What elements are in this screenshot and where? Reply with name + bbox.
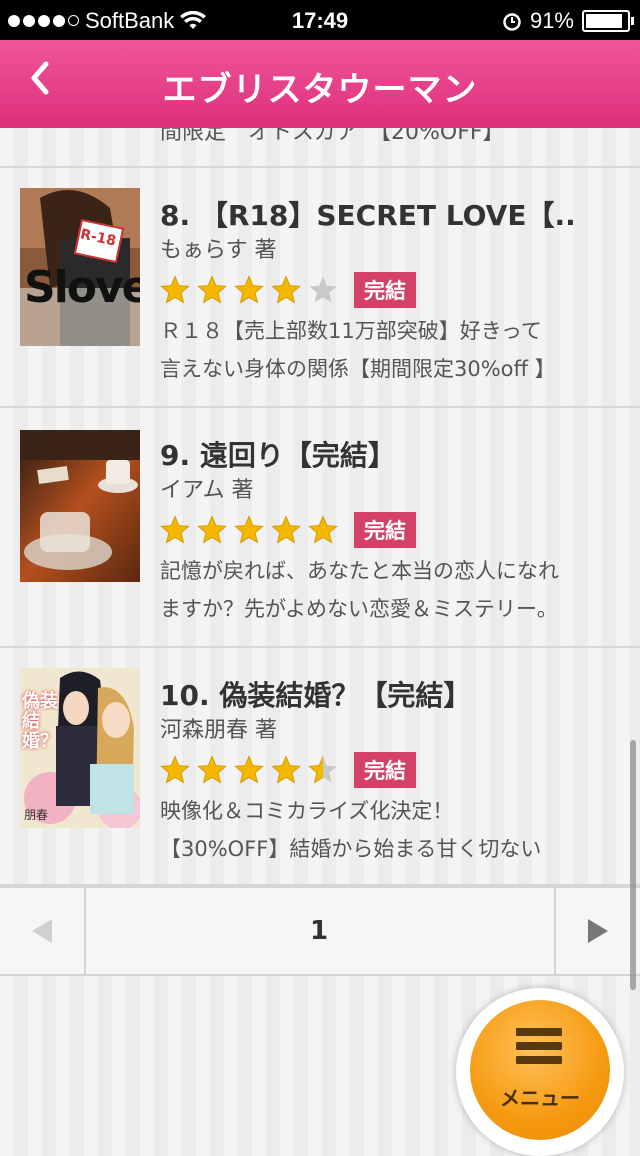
star-filled-icon — [271, 515, 301, 544]
completed-badge: 完結 — [354, 752, 416, 788]
item-description: 映像化＆コミカライズ化決定！ 【30%OFF】結婚から始まる甘く切ない — [160, 792, 620, 868]
page-title: エブリスタウーマン — [162, 70, 478, 110]
nav-bar: エブリスタウーマン — [0, 40, 640, 128]
list-item[interactable]: R-18 Slove 8. 【R18】SECRET LOVE【.. もぁらす 著… — [0, 168, 640, 408]
item-rating: 完結 — [160, 512, 416, 548]
star-filled-icon — [271, 755, 301, 784]
description-line: ますか？先がよめない恋愛＆ミステリー。 — [160, 597, 558, 621]
menu-button-label: メニュー — [500, 1086, 580, 1110]
description-line: 映像化＆コミカライズ化決定！ — [160, 799, 454, 823]
book-cover[interactable]: R-18 Slove — [20, 188, 140, 346]
star-rating — [160, 275, 338, 305]
description-line: Ｒ１８【売上部数11万部突破】好きって — [160, 319, 542, 343]
star-filled-icon — [160, 515, 190, 544]
battery-icon — [582, 10, 634, 32]
item-author: もぁらす 著 — [160, 238, 277, 263]
item-rating: 完結 — [160, 272, 416, 308]
description-line: 言えない身体の関係【期間限定30%off 】 — [160, 357, 556, 381]
hamburger-icon — [516, 1028, 562, 1070]
status-bar: SoftBank 17:49 91% — [0, 0, 640, 40]
star-filled-icon — [197, 275, 227, 304]
star-filled-icon — [197, 515, 227, 544]
prev-page-button[interactable] — [0, 888, 86, 974]
completed-badge: 完結 — [354, 512, 416, 548]
book-cover[interactable]: 偽装結婚？ 朋春 — [20, 668, 140, 828]
battery-percent: 91% — [529, 8, 574, 33]
book-cover[interactable] — [20, 430, 140, 582]
description-line: 記憶が戻れば、あなたと本当の恋人になれ — [160, 559, 559, 583]
star-filled-icon — [234, 275, 264, 304]
cover-title-text: Slove — [24, 262, 140, 313]
star-half-icon — [308, 755, 337, 784]
triangle-right-icon — [588, 919, 608, 943]
star-filled-icon — [160, 755, 190, 784]
current-page-number[interactable]: 1 — [86, 888, 552, 974]
cover-title-text: 偽装結婚？ — [22, 691, 58, 752]
item-author: 河森朋春 著 — [160, 718, 277, 743]
item-description-partial: 間限定 オトスガア 【20%OFF】 — [160, 128, 505, 145]
item-title[interactable]: 8. 【R18】SECRET LOVE【.. — [160, 194, 620, 234]
completed-badge: 完結 — [354, 272, 416, 308]
star-filled-icon — [234, 755, 264, 784]
item-description: Ｒ１８【売上部数11万部突破】好きって 言えない身体の関係【期間限定30%off… — [160, 312, 620, 388]
list-item[interactable]: 偽装結婚？ 朋春 10. 偽装結婚？【完結】 河森朋春 著 完結 映像化＆コミカ… — [0, 648, 640, 886]
menu-button[interactable]: メニュー — [470, 1000, 610, 1140]
star-filled-icon — [271, 275, 301, 304]
list-item-partial[interactable]: 間限定 オトスガア 【20%OFF】 — [0, 128, 640, 168]
cover-author-text: 朋春 — [24, 808, 49, 822]
item-author: イアム 著 — [160, 478, 254, 503]
description-line: 【30%OFF】結婚から始まる甘く切ない — [160, 837, 542, 861]
item-title[interactable]: 10. 偽装結婚？【完結】 — [160, 674, 620, 714]
alarm-icon — [503, 13, 521, 31]
next-page-button[interactable] — [554, 888, 640, 974]
item-title[interactable]: 9. 遠回り【完結】 — [160, 434, 620, 474]
star-filled-icon — [160, 275, 190, 304]
item-description: 記憶が戻れば、あなたと本当の恋人になれ ますか？先がよめない恋愛＆ミステリー。 — [160, 552, 620, 628]
pagination: 1 — [0, 886, 640, 976]
item-rating: 完結 — [160, 752, 416, 788]
star-rating — [160, 755, 338, 785]
star-filled-icon — [197, 755, 227, 784]
triangle-left-icon — [32, 919, 52, 943]
list-item[interactable]: 9. 遠回り【完結】 イアム 著 完結 記憶が戻れば、あなたと本当の恋人になれ … — [0, 408, 640, 648]
scrollbar[interactable] — [630, 740, 636, 990]
cover-art-image — [20, 430, 140, 582]
star-filled-icon — [308, 515, 338, 544]
star-filled-icon — [234, 515, 264, 544]
star-rating — [160, 515, 338, 545]
star-empty-icon — [309, 276, 337, 303]
